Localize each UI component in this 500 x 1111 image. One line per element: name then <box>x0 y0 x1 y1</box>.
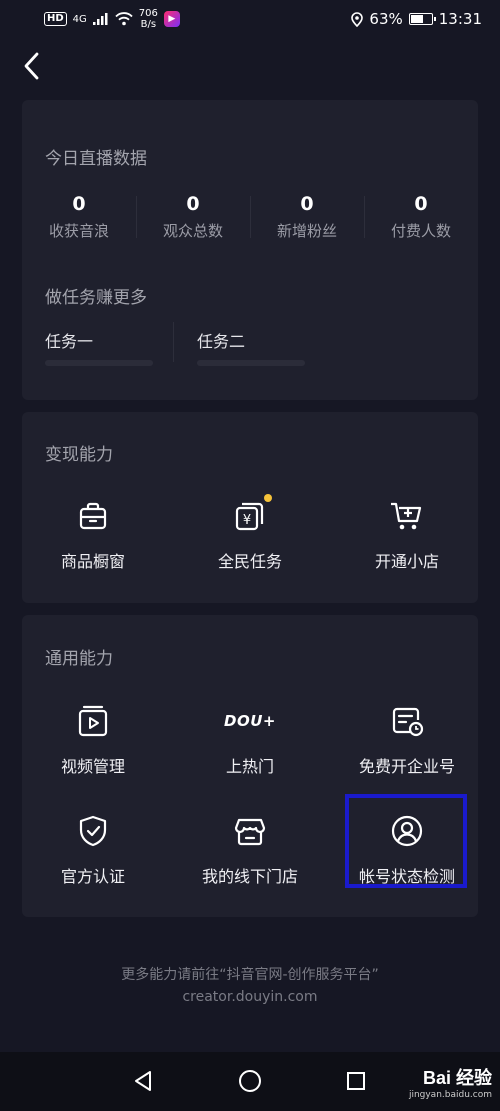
network-speed: 706 B/s <box>139 8 158 30</box>
video-icon <box>73 701 113 741</box>
official-verification-item[interactable]: 官方认证 <box>23 811 163 887</box>
item-label: 全民任务 <box>217 552 282 571</box>
watermark-main: Bai 经验 <box>422 1068 492 1088</box>
footer-hint: 更多能力请前往“抖音官网-创作服务平台” <box>121 967 379 983</box>
stat-paying-users[interactable]: 0 付费人数 <box>364 192 478 241</box>
dou-plus-item[interactable]: DOU+ 上热门 <box>180 701 320 777</box>
stat-value: 0 <box>300 193 314 215</box>
highlight-box <box>345 794 467 888</box>
nav-recents-button[interactable] <box>341 1066 371 1096</box>
task-two[interactable]: 任务二 <box>197 328 305 366</box>
baidu-watermark: Bai 经验 jingyan.baidu.com <box>409 1064 492 1100</box>
app-notification-icon: ▶ <box>163 11 180 27</box>
nav-back-button[interactable] <box>128 1066 158 1096</box>
stat-total-viewers[interactable]: 0 观众总数 <box>136 192 250 241</box>
clock: 13:31 <box>438 10 482 28</box>
signal-icon <box>92 13 108 25</box>
status-right: 63% 13:31 <box>351 10 482 28</box>
stat-sound-waves[interactable]: 0 收获音浪 <box>22 192 136 241</box>
square-recents-icon <box>347 1072 365 1090</box>
task-one[interactable]: 任务一 <box>45 328 153 366</box>
hd-badge: HD <box>44 12 67 26</box>
general-title: 通用能力 <box>45 649 113 669</box>
enterprise-clock-icon <box>387 701 427 741</box>
dou-plus-icon: DOU+ <box>224 701 275 741</box>
item-label: 开通小店 <box>374 552 439 571</box>
stat-value: 0 <box>186 193 200 215</box>
item-label: 官方认证 <box>60 867 125 886</box>
monetize-card: 变现能力 商品橱窗 ¥ 全民任务 开通小店 <box>22 412 478 603</box>
task-progress-bar <box>45 360 153 366</box>
task-label: 任务一 <box>45 332 94 351</box>
item-label: 视频管理 <box>60 757 125 776</box>
shop-window-icon <box>73 496 113 536</box>
stat-value: 0 <box>72 193 86 215</box>
task-divider <box>173 322 174 362</box>
live-stats: 0 收获音浪 0 观众总数 0 新增粉丝 0 付费人数 <box>22 192 478 241</box>
nav-home-button[interactable] <box>235 1066 265 1096</box>
circle-home-icon <box>239 1070 261 1092</box>
watermark-sub: jingyan.baidu.com <box>408 1090 492 1100</box>
footer-url[interactable]: creator.douyin.com <box>0 989 500 1005</box>
live-data-card: 今日直播数据 0 收获音浪 0 观众总数 0 新增粉丝 0 付费人数 做任务赚更… <box>22 100 478 400</box>
item-label: 上热门 <box>225 757 274 776</box>
back-button[interactable] <box>14 48 50 84</box>
speed-unit: B/s <box>140 19 157 30</box>
item-label: 我的线下门店 <box>201 867 298 886</box>
triangle-back-icon <box>135 1071 151 1091</box>
monetize-title: 变现能力 <box>45 445 113 465</box>
tasks-title: 做任务赚更多 <box>45 288 147 308</box>
battery-fill <box>410 15 423 23</box>
dou-plus-logo: DOU+ <box>224 712 276 730</box>
stat-label: 付费人数 <box>390 222 451 240</box>
svg-text:¥: ¥ <box>243 513 251 528</box>
live-data-title: 今日直播数据 <box>45 149 147 169</box>
network-type: 4G <box>72 13 87 25</box>
video-management-item[interactable]: 视频管理 <box>23 701 163 777</box>
stat-label: 新增粉丝 <box>276 222 337 240</box>
speed-value: 706 <box>138 8 158 19</box>
location-icon <box>351 11 364 27</box>
stat-label: 观众总数 <box>162 222 223 240</box>
task-label: 任务二 <box>197 332 246 351</box>
open-store-item[interactable]: 开通小店 <box>337 496 477 572</box>
stat-new-followers[interactable]: 0 新增粉丝 <box>250 192 364 241</box>
item-label: 免费开企业号 <box>358 757 455 776</box>
storefront-icon <box>230 811 270 851</box>
offline-store-item[interactable]: 我的线下门店 <box>180 811 320 887</box>
national-task-item[interactable]: ¥ 全民任务 <box>180 494 320 572</box>
status-bar: HD 4G 706 B/s ▶ 63% 13:31 <box>0 0 500 38</box>
enterprise-account-item[interactable]: 免费开企业号 <box>337 701 477 777</box>
shield-check-icon <box>73 811 113 851</box>
cart-plus-icon <box>387 496 427 536</box>
status-left: HD 4G 706 B/s ▶ <box>44 8 180 30</box>
item-label: 商品橱窗 <box>60 552 125 571</box>
battery-icon <box>408 13 436 25</box>
stat-label: 收获音浪 <box>48 222 109 240</box>
task-progress-bar <box>197 360 305 366</box>
yuan-task-icon: ¥ <box>230 494 272 536</box>
chevron-left-icon <box>24 52 39 80</box>
battery-percent: 63% <box>369 10 403 28</box>
notification-dot <box>264 494 272 502</box>
wifi-icon <box>115 12 133 26</box>
product-showcase-item[interactable]: 商品橱窗 <box>23 496 163 572</box>
stat-value: 0 <box>414 193 428 215</box>
